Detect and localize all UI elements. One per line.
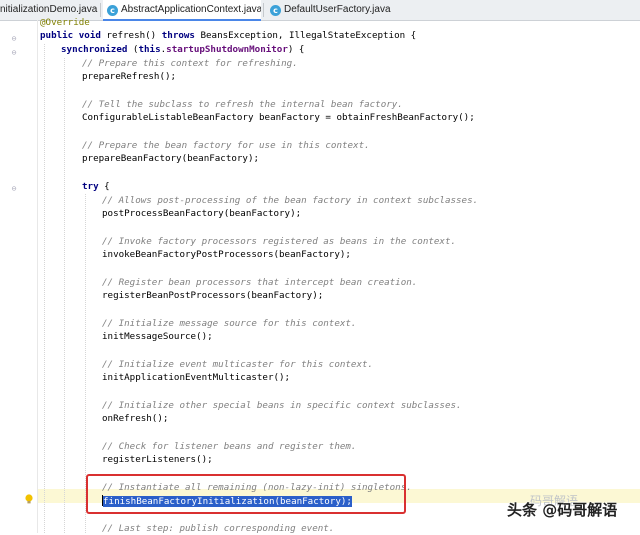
code-statement: registerListeners(); bbox=[102, 454, 213, 465]
code-comment: // Invoke factory processors registered … bbox=[102, 236, 457, 247]
keyword: throws bbox=[161, 30, 195, 41]
lightbulb-icon[interactable] bbox=[24, 494, 34, 504]
code-statement: prepareBeanFactory(beanFactory); bbox=[82, 153, 260, 164]
code-text: BeansException, IllegalStateException { bbox=[194, 30, 417, 41]
code-comment: // Initialize event multicaster for this… bbox=[102, 359, 374, 370]
synchronized-line: synchronized (this.startupShutdownMonito… bbox=[61, 44, 304, 56]
code-statement: initApplicationEventMulticaster(); bbox=[102, 372, 291, 383]
tab-separator bbox=[263, 3, 264, 17]
code-statement: ConfigurableListableBeanFactory beanFact… bbox=[82, 112, 475, 123]
editor-tab-bar: nitializationDemo.java × cAbstractApplic… bbox=[0, 0, 640, 21]
tab-label: DefaultUserFactory.java bbox=[284, 4, 391, 15]
keyword: synchronized bbox=[61, 44, 128, 55]
code-comment: // Prepare this context for refreshing. bbox=[82, 58, 298, 69]
code-statement: invokeBeanFactoryPostProcessors(beanFact… bbox=[102, 249, 351, 260]
override-annotation: @Override bbox=[40, 17, 90, 28]
class-icon: c bbox=[270, 5, 281, 16]
highlight-box bbox=[86, 474, 406, 514]
tab-label: AbstractApplicationContext.java bbox=[121, 4, 261, 15]
code-text: ) { bbox=[287, 44, 305, 55]
keyword: void bbox=[78, 30, 101, 41]
code-comment: // Allows post-processing of the bean fa… bbox=[102, 195, 479, 206]
code-comment: // Initialize message source for this co… bbox=[102, 318, 357, 329]
keyword: this bbox=[138, 44, 161, 55]
keyword: public bbox=[40, 30, 74, 41]
tab-separator bbox=[100, 3, 101, 17]
code-editor[interactable]: @Override public void refresh() throws B… bbox=[0, 17, 640, 534]
code-statement: prepareRefresh(); bbox=[82, 71, 177, 82]
keyword: try bbox=[82, 181, 99, 192]
watermark: 头条 @码哥解语 bbox=[507, 501, 618, 519]
code-statement: initMessageSource(); bbox=[102, 331, 213, 342]
tab-abstract-application-context[interactable]: cAbstractApplicationContext.java × bbox=[103, 0, 261, 21]
code-comment: // Check for listener beans and register… bbox=[102, 441, 357, 452]
method-signature: public void refresh() throws BeansExcept… bbox=[40, 30, 416, 42]
class-icon: c bbox=[107, 5, 118, 16]
field-name: startupShutdownMonitor bbox=[166, 44, 288, 55]
code-comment: // Prepare the bean factory for use in t… bbox=[82, 140, 370, 151]
code-statement: onRefresh(); bbox=[102, 413, 169, 424]
code-comment: // Last step: publish corresponding even… bbox=[102, 523, 335, 534]
tab-label: nitializationDemo.java bbox=[0, 4, 98, 15]
code-text: refresh() bbox=[100, 30, 162, 41]
code-comment: // Tell the subclass to refresh the inte… bbox=[82, 99, 403, 110]
tab-default-user-factory[interactable]: cDefaultUserFactory.java × bbox=[266, 0, 395, 20]
code-comment: // Initialize other special beans in spe… bbox=[102, 400, 462, 411]
code-statement: registerBeanPostProcessors(beanFactory); bbox=[102, 290, 324, 301]
code-comment: // Register bean processors that interce… bbox=[102, 277, 418, 288]
try-line: try { bbox=[82, 181, 110, 193]
code-statement: postProcessBeanFactory(beanFactory); bbox=[102, 208, 302, 219]
code-text: ( bbox=[127, 44, 139, 55]
code-text: { bbox=[98, 181, 110, 192]
